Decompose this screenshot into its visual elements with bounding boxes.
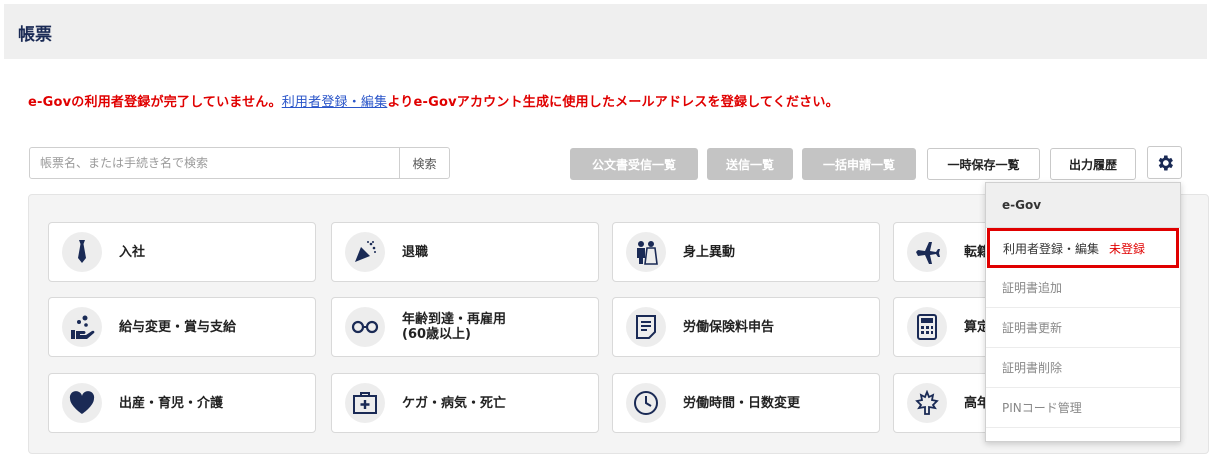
menu-item-delete-certificate[interactable]: 証明書削除 — [986, 348, 1180, 388]
search-input[interactable] — [30, 148, 399, 178]
dropdown-header: e-Gov — [986, 183, 1180, 228]
party-popper-icon — [345, 232, 385, 272]
card-taishoku[interactable]: 退職 — [331, 222, 599, 282]
card-shinjo-ido[interactable]: 身上異動 — [612, 222, 880, 282]
received-docs-button[interactable]: 公文書受信一覧 — [570, 148, 698, 180]
menu-item-label: 利用者登録・編集 — [1003, 241, 1100, 256]
clock-icon — [626, 383, 666, 423]
card-nyusha[interactable]: 入社 — [48, 222, 316, 282]
heart-icon — [62, 383, 102, 423]
card-nenrei-toutatsu[interactable]: 年齢到達・再雇用 (60歳以上) — [331, 297, 599, 357]
sent-list-button[interactable]: 送信一覧 — [707, 148, 793, 180]
egov-warning-message: e-Govの利用者登録が完了していません。利用者登録・編集よりe-Govアカウン… — [28, 91, 839, 110]
document-icon — [626, 307, 666, 347]
temp-saved-button[interactable]: 一時保存一覧 — [927, 148, 1040, 180]
card-label: 入社 — [119, 244, 146, 260]
calculator-icon — [907, 307, 947, 347]
page-header: 帳票 — [4, 4, 1207, 59]
search-box: 検索 — [29, 147, 450, 179]
card-label: 労働時間・日数変更 — [683, 395, 801, 411]
search-button[interactable]: 検索 — [399, 148, 449, 178]
card-shussan-ikuji[interactable]: 出産・育児・介護 — [48, 373, 316, 433]
maple-leaf-icon — [907, 383, 947, 423]
menu-item-renew-certificate[interactable]: 証明書更新 — [986, 308, 1180, 348]
page-title: 帳票 — [18, 25, 52, 45]
warning-text-before: e-Govの利用者登録が完了していません。 — [28, 95, 282, 110]
hand-coins-icon — [62, 307, 102, 347]
settings-button[interactable] — [1147, 146, 1182, 179]
card-label: 給与変更・賞与支給 — [119, 319, 237, 335]
wedding-couple-icon — [626, 232, 666, 272]
card-rodo-jikan[interactable]: 労働時間・日数変更 — [612, 373, 880, 433]
card-label: ケガ・病気・死亡 — [402, 395, 507, 411]
necktie-icon — [62, 232, 102, 272]
card-label: 労働保険料申告 — [683, 319, 775, 335]
user-registration-link[interactable]: 利用者登録・編集 — [282, 95, 388, 110]
card-label: 出産・育児・介護 — [119, 395, 224, 411]
menu-item-pin-management[interactable]: PINコード管理 — [986, 388, 1180, 428]
card-rodo-hokenryo[interactable]: 労働保険料申告 — [612, 297, 880, 357]
first-aid-icon — [345, 383, 385, 423]
glasses-icon — [345, 307, 385, 347]
card-label: 退職 — [402, 244, 429, 260]
menu-item-add-certificate[interactable]: 証明書追加 — [986, 268, 1180, 308]
unregistered-badge: 未登録 — [1109, 241, 1146, 256]
card-label: 身上異動 — [683, 244, 736, 260]
gear-icon — [1158, 155, 1173, 170]
card-kyuyo-henko[interactable]: 給与変更・賞与支給 — [48, 297, 316, 357]
warning-text-after: よりe-Govアカウント生成に使用したメールアドレスを登録してください。 — [387, 95, 839, 110]
airplane-icon — [907, 232, 947, 272]
settings-dropdown-menu: e-Gov 利用者登録・編集 未登録 証明書追加 証明書更新 証明書削除 PIN… — [985, 182, 1181, 442]
menu-item-user-registration[interactable]: 利用者登録・編集 未登録 — [987, 228, 1179, 268]
card-label: 年齢到達・再雇用 (60歳以上) — [402, 312, 507, 342]
card-kega-byoki[interactable]: ケガ・病気・死亡 — [331, 373, 599, 433]
bulk-list-button[interactable]: 一括申請一覧 — [802, 148, 916, 180]
output-history-button[interactable]: 出力履歴 — [1050, 148, 1136, 180]
